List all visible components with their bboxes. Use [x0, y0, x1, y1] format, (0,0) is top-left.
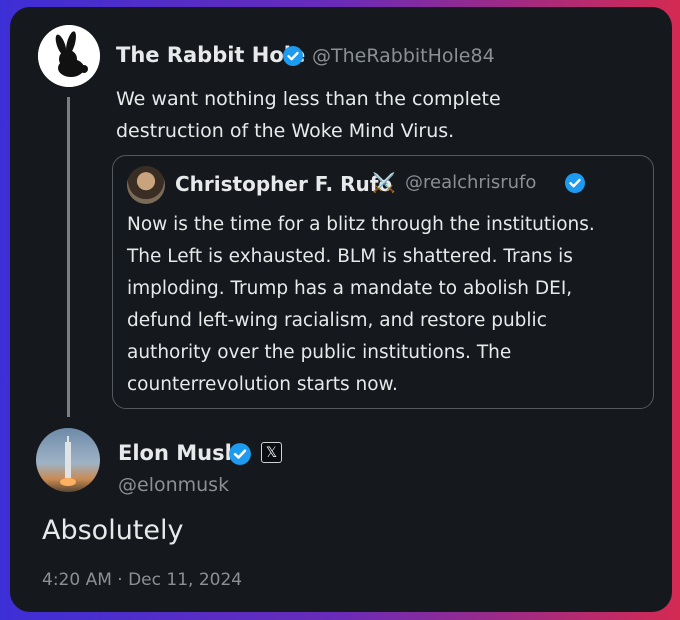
quoted-text-line: Now is the time for a blitz through the …: [127, 214, 595, 235]
author-name[interactable]: Elon Musk: [118, 441, 239, 465]
author-handle[interactable]: @TheRabbitHole84: [312, 45, 495, 67]
rocket-icon: [60, 436, 76, 486]
quoted-author-handle[interactable]: @realchrisrufo: [405, 172, 536, 193]
quoted-text-line: counterrevolution starts now.: [127, 374, 398, 395]
x-affiliation-badge[interactable]: 𝕏: [261, 442, 282, 463]
quoted-text-line: The Left is exhausted. BLM is shattered.…: [127, 246, 573, 267]
elon-musk-avatar[interactable]: [36, 428, 100, 492]
tweet-text-line: destruction of the Woke Mind Virus.: [116, 120, 455, 142]
quoted-tweet[interactable]: Christopher F. Rufo ⚔️ @realchrisrufo No…: [112, 155, 654, 409]
rufo-avatar[interactable]: [127, 166, 165, 204]
quoted-text-line: imploding. Trump has a mandate to abolis…: [127, 278, 573, 299]
author-name[interactable]: The Rabbit Hole: [116, 43, 305, 67]
quoted-text-line: defund left-wing racialism, and restore …: [127, 310, 547, 331]
author-handle[interactable]: @elonmusk: [118, 474, 229, 496]
quoted-text-line: authority over the public institutions. …: [127, 342, 512, 363]
rabbit-hole-avatar[interactable]: [38, 25, 100, 87]
tweet-timestamp[interactable]: 4:20 AM · Dec 11, 2024: [42, 570, 242, 590]
tweet-text-line: We want nothing less than the complete: [116, 88, 501, 110]
thread-connector-line: [67, 97, 70, 417]
verified-badge-icon: [283, 46, 303, 66]
main-tweet-text: Absolutely: [42, 515, 184, 546]
tweet-card: The Rabbit Hole @TheRabbitHole84 We want…: [10, 7, 672, 612]
swords-emoji-icon: ⚔️: [372, 172, 396, 194]
quoted-author-name[interactable]: Christopher F. Rufo: [175, 172, 392, 196]
verified-badge-icon: [565, 173, 585, 193]
verified-badge-icon: [229, 443, 251, 465]
rabbit-icon: [38, 25, 100, 87]
